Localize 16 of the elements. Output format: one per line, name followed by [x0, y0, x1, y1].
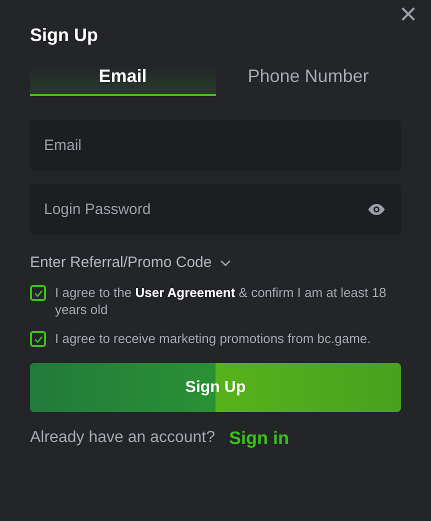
checkmark-icon	[34, 336, 42, 342]
checkbox[interactable]	[30, 285, 46, 301]
checkbox[interactable]	[30, 331, 46, 347]
tab[interactable]: Phone Number	[216, 58, 401, 96]
agreement-text: I agree to receive marketing promotions from bc.game.	[55, 330, 371, 347]
promo-code-toggle[interactable]: Enter Referral/Promo Code	[30, 252, 231, 274]
checkmark-icon	[34, 290, 42, 296]
close-button[interactable]: ×	[399, 0, 417, 30]
eye-icon[interactable]	[368, 204, 385, 215]
email-field[interactable]: Email	[30, 120, 401, 171]
dialog-title: Sign Up	[30, 24, 98, 46]
sign-up-button[interactable]: Sign Up	[30, 363, 401, 412]
password-field[interactable]: Login Password	[30, 184, 401, 235]
agreement-text: I agree to the User Agreement & confirm I am at least 18 years old	[55, 284, 388, 318]
account-prompt: Already have an account?	[30, 428, 216, 448]
sign-in-link[interactable]: Sign in	[229, 424, 290, 452]
